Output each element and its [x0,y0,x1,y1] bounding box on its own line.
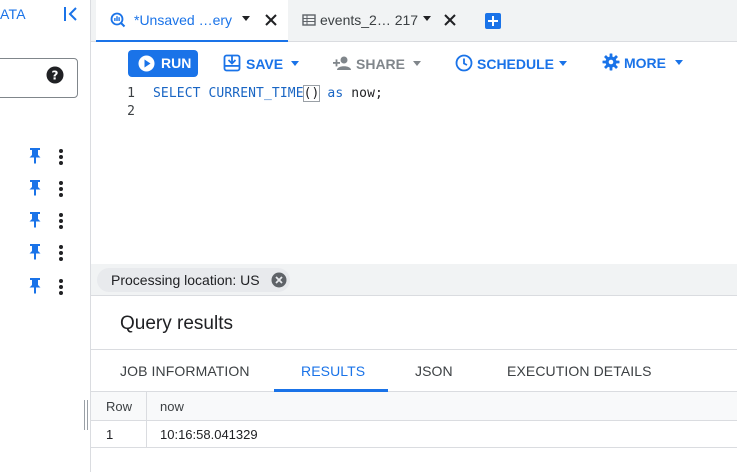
help-icon[interactable]: ? [46,66,64,84]
share-label: SHARE [356,56,406,72]
table-row: 1 10:16:58.041329 [91,421,737,448]
add-tab-icon[interactable] [485,13,501,29]
explorer-panel: ATA ? [0,0,91,472]
add-person-icon [333,56,351,70]
sql-keyword: SELECT [153,86,201,101]
more-label: MORE [624,55,666,71]
tab-label: events_2… 217 [320,12,419,28]
more-vert-icon[interactable] [58,148,64,166]
more-vert-icon[interactable] [58,180,64,198]
caret-down-icon [413,61,421,66]
close-icon[interactable] [264,13,278,27]
collapse-left-icon[interactable] [62,4,80,24]
pinned-row[interactable] [28,243,72,263]
caret-down-icon[interactable] [241,16,251,22]
sql-function: CURRENT_TIME [208,86,304,101]
play-icon [138,55,155,72]
run-label: RUN [161,55,192,71]
explorer-header: ATA [0,0,91,34]
tab-label: *Unsaved …ery [134,12,233,28]
run-button[interactable]: RUN [128,50,198,77]
cancel-icon[interactable] [271,272,287,288]
more-button[interactable]: MORE [602,50,687,76]
gear-icon [602,53,620,71]
close-icon[interactable] [443,13,457,27]
results-title: Query results [120,313,233,334]
more-vert-icon[interactable] [58,212,64,230]
line-number: 1 [127,86,135,101]
table-header: Row now [91,392,737,421]
line-number-gutter: 1 2 [91,84,153,264]
column-header-now[interactable]: now [160,399,184,414]
editor-tabs: *Unsaved …ery events_2… 217 [91,0,737,42]
pinned-row[interactable] [28,211,72,231]
pin-icon[interactable] [28,211,42,229]
pinned-row[interactable] [28,277,72,297]
results-table: Row now 1 10:16:58.041329 [91,392,737,472]
line-number: 2 [127,104,135,119]
tab-unsaved-query[interactable]: *Unsaved …ery [96,0,288,42]
caret-down-icon[interactable] [422,16,432,22]
pin-icon[interactable] [28,147,42,165]
caret-down-icon [559,61,567,66]
pin-icon[interactable] [28,179,42,197]
save-button[interactable]: SAVE [223,50,303,76]
more-vert-icon[interactable] [58,278,64,296]
explorer-title: ATA [0,6,26,22]
schedule-button[interactable]: SCHEDULE [455,50,570,76]
results-header: Query results [91,296,737,350]
column-header-row: Row [106,399,133,414]
processing-bar: Processing location: US [91,264,737,296]
pinned-row[interactable] [28,147,72,167]
search-input[interactable] [0,58,78,98]
row-number: 1 [106,427,114,442]
schedule-label: SCHEDULE [477,56,555,72]
share-button[interactable]: SHARE [332,50,424,76]
panel-resize-handle[interactable] [84,400,89,430]
save-icon [223,54,241,72]
processing-location-label: Processing location: US [111,272,260,288]
svg-text:?: ? [52,69,59,83]
sql-alias: now; [351,86,383,101]
code-line[interactable]: SELECT CURRENT_TIME() as now; [153,85,383,102]
save-label: SAVE [246,56,284,72]
clock-icon [455,54,473,72]
pinned-row[interactable] [28,179,72,199]
tab-job-information[interactable]: JOB INFORMATION [120,363,250,379]
caret-down-icon [675,60,683,65]
results-tabs: JOB INFORMATION RESULTS JSON EXECUTION D… [91,350,737,392]
more-vert-icon[interactable] [58,244,64,262]
query-icon [110,12,126,28]
sql-editor[interactable]: 1 2 SELECT CURRENT_TIME() as now; [91,84,737,264]
pin-icon[interactable] [28,243,42,261]
processing-location-chip[interactable]: Processing location: US [97,268,290,292]
table-icon [302,14,316,26]
column-divider [146,392,147,448]
query-toolbar: RUN SAVE SHARE SCHEDULE MORE [91,42,737,84]
pin-icon[interactable] [28,277,42,295]
tab-json[interactable]: JSON [415,363,453,379]
sql-parens: () [302,85,321,102]
cell-now: 10:16:58.041329 [160,427,258,442]
tab-events-table[interactable]: events_2… 217 [296,0,468,42]
sql-keyword: as [327,86,344,101]
tab-execution-details[interactable]: EXECUTION DETAILS [507,363,652,379]
tab-results[interactable]: RESULTS [301,363,365,379]
caret-down-icon [291,61,299,66]
